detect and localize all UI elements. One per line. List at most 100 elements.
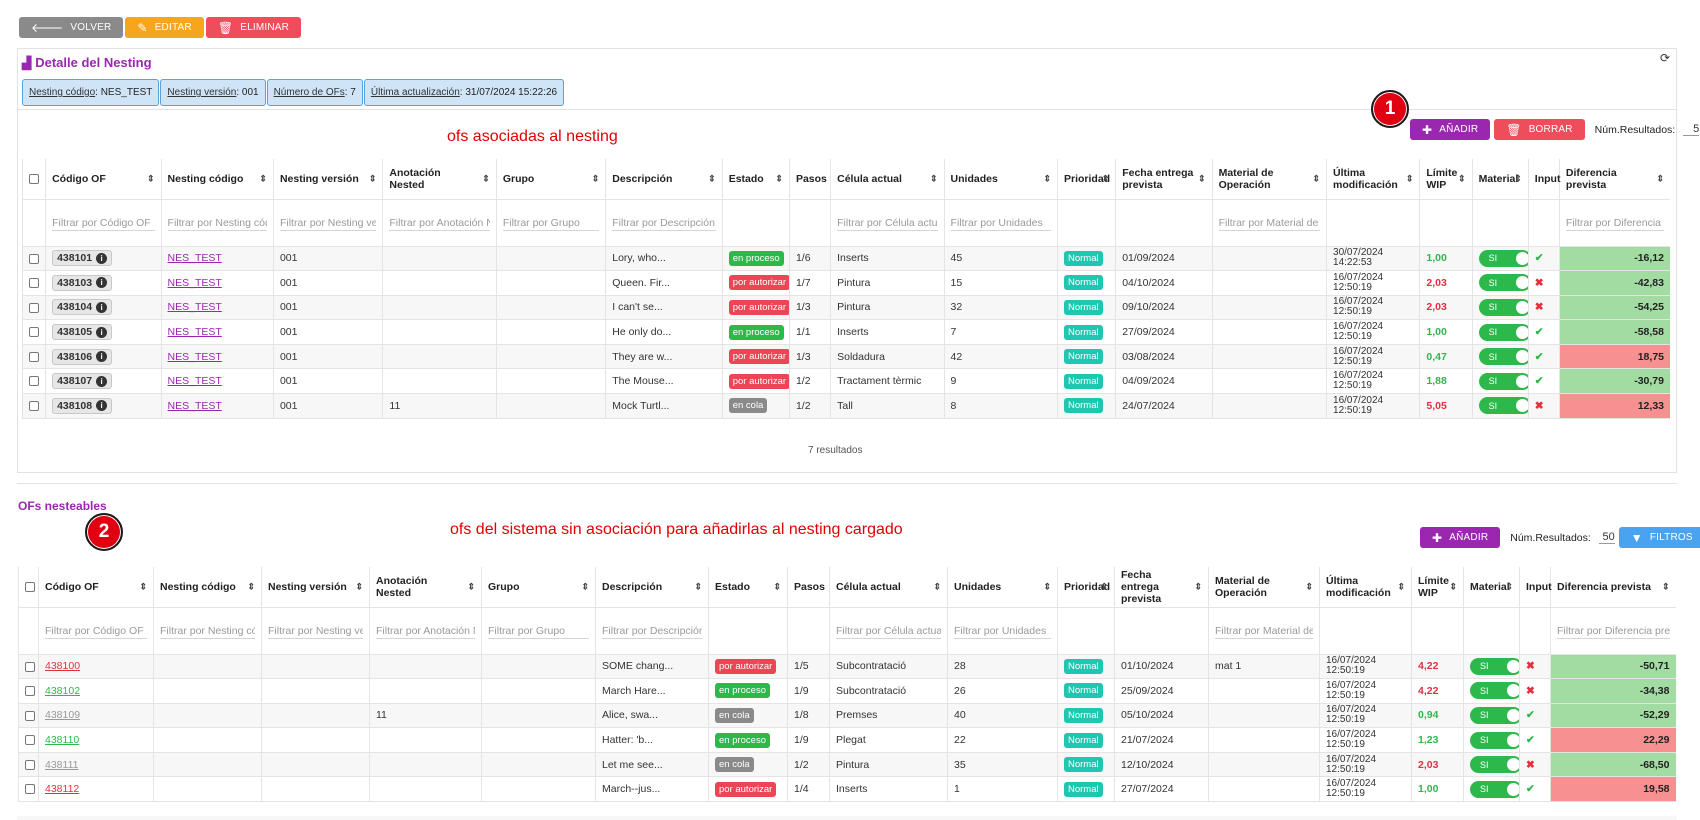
filter-input[interactable]: Filtrar por Grupo (488, 623, 589, 639)
table-row[interactable]: 438110 Hatter: 'b... en proceso 1/9 Plegat 22… (18, 727, 1676, 753)
row-checkbox[interactable] (25, 686, 35, 697)
material-toggle[interactable]: SI (1470, 657, 1520, 675)
info-icon[interactable]: i (96, 400, 108, 412)
column-header[interactable]: Input (1527, 159, 1560, 200)
row-checkbox[interactable] (25, 759, 35, 770)
column-header[interactable]: Estado ⇕ (721, 159, 790, 200)
column-header[interactable]: Fecha entrega prevista ⇕ (1114, 567, 1209, 608)
info-icon[interactable]: i (96, 301, 108, 313)
filter-input[interactable]: Filtrar por Anotación Nested (376, 623, 475, 639)
row-checkbox[interactable] (29, 376, 39, 387)
sort-icon[interactable]: ⇕ (1458, 173, 1466, 184)
material-toggle[interactable]: SI (1470, 731, 1520, 749)
column-header[interactable]: Nesting código ⇕ (153, 567, 262, 608)
row-checkbox[interactable] (29, 278, 39, 289)
table-row[interactable]: 438106 i NES_TEST 001 They are w... por autor… (21, 344, 1670, 370)
column-header[interactable]: Diferencia prevista ⇕ (1550, 567, 1676, 608)
info-icon[interactable]: i (96, 252, 108, 264)
of-code-badge[interactable]: 438108 i (52, 397, 113, 414)
sort-icon[interactable]: ⇕ (1194, 581, 1202, 592)
of-code-link[interactable]: 438109 (45, 709, 80, 721)
filter-input[interactable]: Filtrar por Material de Operación (1218, 215, 1321, 231)
filter-input[interactable]: Filtrar por Nesting versión (268, 623, 363, 639)
filter-input[interactable]: Filtrar por Célula actual (837, 215, 938, 231)
sort-icon[interactable]: ⇕ (1102, 173, 1110, 184)
sort-icon[interactable]: ⇕ (1662, 581, 1670, 592)
filter-input[interactable]: Filtrar por Unidades (954, 623, 1051, 639)
filter-input[interactable]: Filtrar por Código OF (52, 215, 155, 231)
sort-icon[interactable]: ⇕ (1305, 581, 1313, 592)
of-code-badge[interactable]: 438107 i (52, 373, 113, 390)
row-checkbox[interactable] (29, 401, 39, 412)
filter-input[interactable]: Filtrar por Descripción (602, 623, 702, 639)
filter-input[interactable]: Filtrar por Grupo (502, 215, 600, 231)
material-toggle[interactable]: SI (1470, 780, 1520, 798)
of-code-badge[interactable]: 438104 i (52, 299, 113, 316)
nesting-code-link[interactable]: NES_TEST (168, 252, 222, 264)
column-header[interactable]: Nesting código ⇕ (160, 159, 274, 200)
sort-icon[interactable]: ⇕ (581, 581, 589, 592)
column-header[interactable]: Última modificación ⇕ (1326, 159, 1420, 200)
row-checkbox[interactable] (29, 302, 39, 313)
column-header[interactable]: Límite WIP ⇕ (1411, 567, 1464, 608)
column-header[interactable]: Input (1519, 567, 1552, 608)
of-code-badge[interactable]: 438105 i (52, 324, 113, 341)
column-header[interactable]: Unidades ⇕ (943, 159, 1058, 200)
column-header[interactable]: Descripción ⇕ (595, 567, 709, 608)
row-checkbox[interactable] (29, 327, 39, 338)
column-header[interactable]: Fecha entrega prevista ⇕ (1115, 159, 1213, 200)
sort-icon[interactable]: ⇕ (1043, 581, 1051, 592)
remove-button[interactable]: 🗑 BORRAR (1494, 119, 1585, 140)
filter-input[interactable]: Filtrar por Célula actual (836, 623, 941, 639)
column-header[interactable]: Nesting versión ⇕ (261, 567, 370, 608)
info-icon[interactable]: i (96, 326, 108, 338)
filter-input[interactable]: Filtrar por Código OF (45, 623, 147, 639)
table-row[interactable]: 438108 i NES_TEST 001 11 Mock Turtl... en cola… (21, 393, 1670, 419)
of-code-link[interactable]: 438100 (45, 660, 80, 672)
column-header[interactable]: Material ⇕ (1471, 159, 1529, 200)
column-header[interactable]: Prioridad ⇕ (1057, 567, 1115, 608)
filter-input[interactable]: Filtrar por Nesting código (160, 623, 255, 639)
nesting-code-link[interactable]: NES_TEST (168, 351, 222, 363)
add-button[interactable]: ✚ AÑADIR (1420, 527, 1501, 548)
table-row[interactable]: 438103 i NES_TEST 001 Queen. Fir... por autor… (21, 270, 1670, 296)
select-all-checkbox[interactable] (29, 173, 39, 184)
column-header[interactable]: Grupo ⇕ (481, 567, 596, 608)
column-header[interactable]: Pasos (788, 159, 831, 200)
nesting-code-link[interactable]: NES_TEST (168, 326, 222, 338)
nesting-code-link[interactable]: NES_TEST (168, 400, 222, 412)
sort-icon[interactable]: ⇕ (1514, 173, 1522, 184)
column-header[interactable]: Última modificación ⇕ (1319, 567, 1412, 608)
num-results-input[interactable]: 50 (1598, 531, 1615, 544)
sort-icon[interactable]: ⇕ (1198, 173, 1206, 184)
table-row[interactable]: 438109 11 Alice, swa... en cola 1/8 Premses 40… (18, 703, 1676, 729)
of-code-link[interactable]: 438110 (45, 734, 79, 746)
filter-input[interactable]: Filtrar por Diferencia prevista (1565, 215, 1664, 231)
sort-icon[interactable]: ⇕ (1656, 173, 1664, 184)
filter-input[interactable]: Filtrar por Unidades (950, 215, 1051, 231)
table-row[interactable]: 438102 March Hare... en proceso 1/9 Subcontr… (18, 678, 1676, 704)
table-row[interactable]: 438100 SOME chang... por autorizar 1/5 Subco… (18, 654, 1676, 680)
column-header[interactable]: Material ⇕ (1463, 567, 1520, 608)
info-icon[interactable]: i (96, 375, 108, 387)
material-toggle[interactable]: SI (1478, 397, 1529, 415)
sort-icon[interactable]: ⇕ (147, 173, 155, 184)
row-checkbox[interactable] (29, 351, 39, 362)
material-toggle[interactable]: SI (1478, 298, 1529, 316)
sort-icon[interactable]: ⇕ (775, 173, 783, 184)
column-header[interactable]: Código OF ⇕ (45, 159, 162, 200)
table-row[interactable]: 438101 i NES_TEST 001 Lory, who... en proceso… (21, 246, 1670, 272)
sort-icon[interactable]: ⇕ (1397, 581, 1405, 592)
row-checkbox[interactable] (25, 710, 35, 721)
column-header[interactable]: Material de Operación ⇕ (1211, 159, 1327, 200)
info-icon[interactable]: i (96, 277, 108, 289)
sort-icon[interactable]: ⇕ (694, 581, 702, 592)
nesting-code-link[interactable]: NES_TEST (168, 277, 222, 289)
sort-icon[interactable]: ⇕ (773, 581, 781, 592)
column-header[interactable]: Célula actual ⇕ (830, 159, 945, 200)
filter-input[interactable]: Filtrar por Diferencia prevista (1557, 623, 1670, 639)
column-header[interactable]: Nesting versión ⇕ (272, 159, 383, 200)
sort-icon[interactable]: ⇕ (1100, 581, 1108, 592)
filter-input[interactable]: Filtrar por Material de Operación (1215, 623, 1313, 639)
table-row[interactable]: 438105 i NES_TEST 001 He only do... en proces… (21, 319, 1670, 345)
